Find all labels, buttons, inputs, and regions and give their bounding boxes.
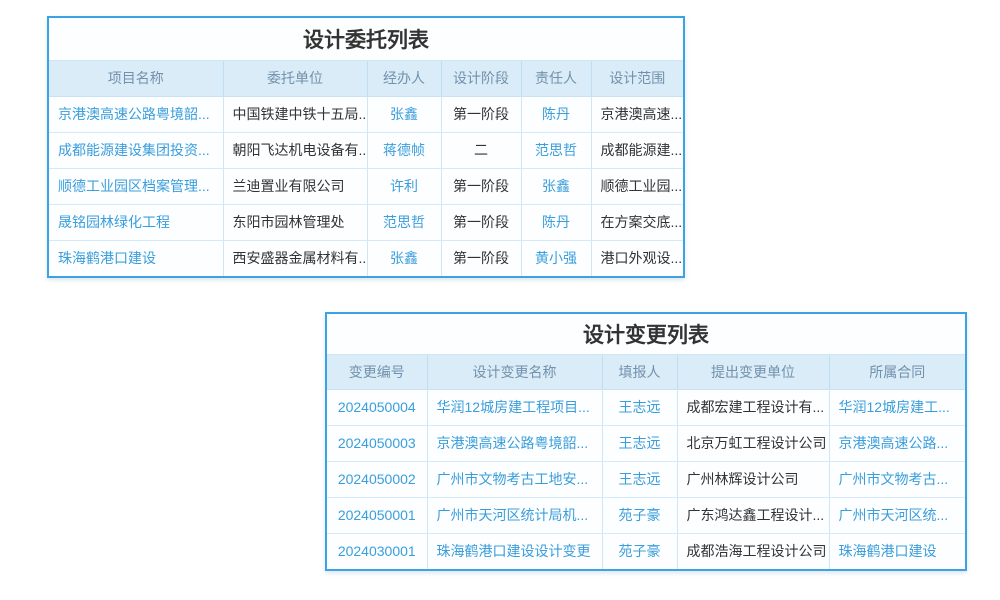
cell-client-unit: 兰迪置业有限公司 [223,168,367,204]
cell-design-stage: 第一阶段 [441,168,521,204]
cell-change-number-link[interactable]: 2024050003 [327,425,427,461]
cell-change-name-link[interactable]: 广州市文物考古工地安... [427,461,602,497]
column-header-responsible-person: 责任人 [521,61,591,96]
cell-design-scope: 顺德工业园... [591,168,683,204]
cell-design-scope: 京港澳高速... [591,96,683,132]
cell-project-name-link[interactable]: 珠海鹤港口建设 [49,240,223,276]
cell-contract-link[interactable]: 广州市文物考古... [829,461,965,497]
cell-proposing-unit: 北京万虹工程设计公司 [677,425,829,461]
cell-contract-link[interactable]: 珠海鹤港口建设 [829,533,965,569]
table-row: 2024030001 珠海鹤港口建设设计变更 苑子豪 成都浩海工程设计公司 珠海… [327,533,965,569]
table-row: 2024050003 京港澳高速公路粤境韶... 王志远 北京万虹工程设计公司 … [327,425,965,461]
table-row: 顺德工业园区档案管理... 兰迪置业有限公司 许利 第一阶段 张鑫 顺德工业园.… [49,168,683,204]
cell-client-unit: 朝阳飞达机电设备有... [223,132,367,168]
cell-project-name-link[interactable]: 顺德工业园区档案管理... [49,168,223,204]
cell-responsible-person-link[interactable]: 黄小强 [521,240,591,276]
design-commission-panel: 设计委托列表 项目名称 委托单位 经办人 设计阶段 责任人 设计范围 京港澳高速… [47,16,685,278]
cell-reporter-link[interactable]: 苑子豪 [602,497,677,533]
cell-handler-link[interactable]: 张鑫 [367,240,441,276]
table-row: 晟铭园林绿化工程 东阳市园林管理处 范思哲 第一阶段 陈丹 在方案交底... [49,204,683,240]
cell-contract-link[interactable]: 广州市天河区统... [829,497,965,533]
column-header-handler: 经办人 [367,61,441,96]
cell-design-stage: 第一阶段 [441,240,521,276]
cell-design-scope: 成都能源建... [591,132,683,168]
column-header-contract: 所属合同 [829,355,965,389]
cell-handler-link[interactable]: 范思哲 [367,204,441,240]
cell-proposing-unit: 广州林辉设计公司 [677,461,829,497]
cell-proposing-unit: 成都宏建工程设计有... [677,389,829,425]
design-change-panel: 设计变更列表 变更编号 设计变更名称 填报人 提出变更单位 所属合同 20240… [325,312,967,571]
cell-project-name-link[interactable]: 京港澳高速公路粤境韶... [49,96,223,132]
cell-change-name-link[interactable]: 珠海鹤港口建设设计变更 [427,533,602,569]
cell-change-number-link[interactable]: 2024050002 [327,461,427,497]
cell-reporter-link[interactable]: 王志远 [602,461,677,497]
column-header-design-scope: 设计范围 [591,61,683,96]
cell-responsible-person-link[interactable]: 范思哲 [521,132,591,168]
cell-project-name-link[interactable]: 成都能源建设集团投资... [49,132,223,168]
cell-responsible-person-link[interactable]: 陈丹 [521,204,591,240]
cell-change-name-link[interactable]: 京港澳高速公路粤境韶... [427,425,602,461]
column-header-proposing-unit: 提出变更单位 [677,355,829,389]
cell-contract-link[interactable]: 华润12城房建工... [829,389,965,425]
column-header-design-stage: 设计阶段 [441,61,521,96]
header-row: 变更编号 设计变更名称 填报人 提出变更单位 所属合同 [327,355,965,389]
table-row: 2024050002 广州市文物考古工地安... 王志远 广州林辉设计公司 广州… [327,461,965,497]
cell-proposing-unit: 成都浩海工程设计公司 [677,533,829,569]
table-row: 2024050004 华润12城房建工程项目... 王志远 成都宏建工程设计有.… [327,389,965,425]
cell-design-stage: 第一阶段 [441,204,521,240]
cell-client-unit: 中国铁建中铁十五局... [223,96,367,132]
cell-responsible-person-link[interactable]: 张鑫 [521,168,591,204]
cell-reporter-link[interactable]: 王志远 [602,425,677,461]
column-header-change-name: 设计变更名称 [427,355,602,389]
cell-contract-link[interactable]: 京港澳高速公路... [829,425,965,461]
cell-change-number-link[interactable]: 2024050004 [327,389,427,425]
cell-change-name-link[interactable]: 华润12城房建工程项目... [427,389,602,425]
cell-handler-link[interactable]: 张鑫 [367,96,441,132]
cell-change-number-link[interactable]: 2024050001 [327,497,427,533]
cell-design-scope: 港口外观设... [591,240,683,276]
table-row: 珠海鹤港口建设 西安盛器金属材料有... 张鑫 第一阶段 黄小强 港口外观设..… [49,240,683,276]
column-header-change-number: 变更编号 [327,355,427,389]
design-commission-table: 项目名称 委托单位 经办人 设计阶段 责任人 设计范围 京港澳高速公路粤境韶..… [49,61,683,276]
design-change-table: 变更编号 设计变更名称 填报人 提出变更单位 所属合同 2024050004 华… [327,355,965,569]
column-header-client-unit: 委托单位 [223,61,367,96]
table-row: 2024050001 广州市天河区统计局机... 苑子豪 广东鸿达鑫工程设计..… [327,497,965,533]
cell-client-unit: 西安盛器金属材料有... [223,240,367,276]
cell-reporter-link[interactable]: 苑子豪 [602,533,677,569]
cell-reporter-link[interactable]: 王志远 [602,389,677,425]
cell-design-stage: 二 [441,132,521,168]
cell-handler-link[interactable]: 蒋德帧 [367,132,441,168]
design-commission-title: 设计委托列表 [49,18,683,61]
cell-change-name-link[interactable]: 广州市天河区统计局机... [427,497,602,533]
header-row: 项目名称 委托单位 经办人 设计阶段 责任人 设计范围 [49,61,683,96]
cell-proposing-unit: 广东鸿达鑫工程设计... [677,497,829,533]
cell-client-unit: 东阳市园林管理处 [223,204,367,240]
cell-design-scope: 在方案交底... [591,204,683,240]
table-row: 成都能源建设集团投资... 朝阳飞达机电设备有... 蒋德帧 二 范思哲 成都能… [49,132,683,168]
design-change-title: 设计变更列表 [327,314,965,355]
cell-design-stage: 第一阶段 [441,96,521,132]
cell-handler-link[interactable]: 许利 [367,168,441,204]
cell-project-name-link[interactable]: 晟铭园林绿化工程 [49,204,223,240]
cell-responsible-person-link[interactable]: 陈丹 [521,96,591,132]
column-header-reporter: 填报人 [602,355,677,389]
cell-change-number-link[interactable]: 2024030001 [327,533,427,569]
column-header-project-name: 项目名称 [49,61,223,96]
table-row: 京港澳高速公路粤境韶... 中国铁建中铁十五局... 张鑫 第一阶段 陈丹 京港… [49,96,683,132]
